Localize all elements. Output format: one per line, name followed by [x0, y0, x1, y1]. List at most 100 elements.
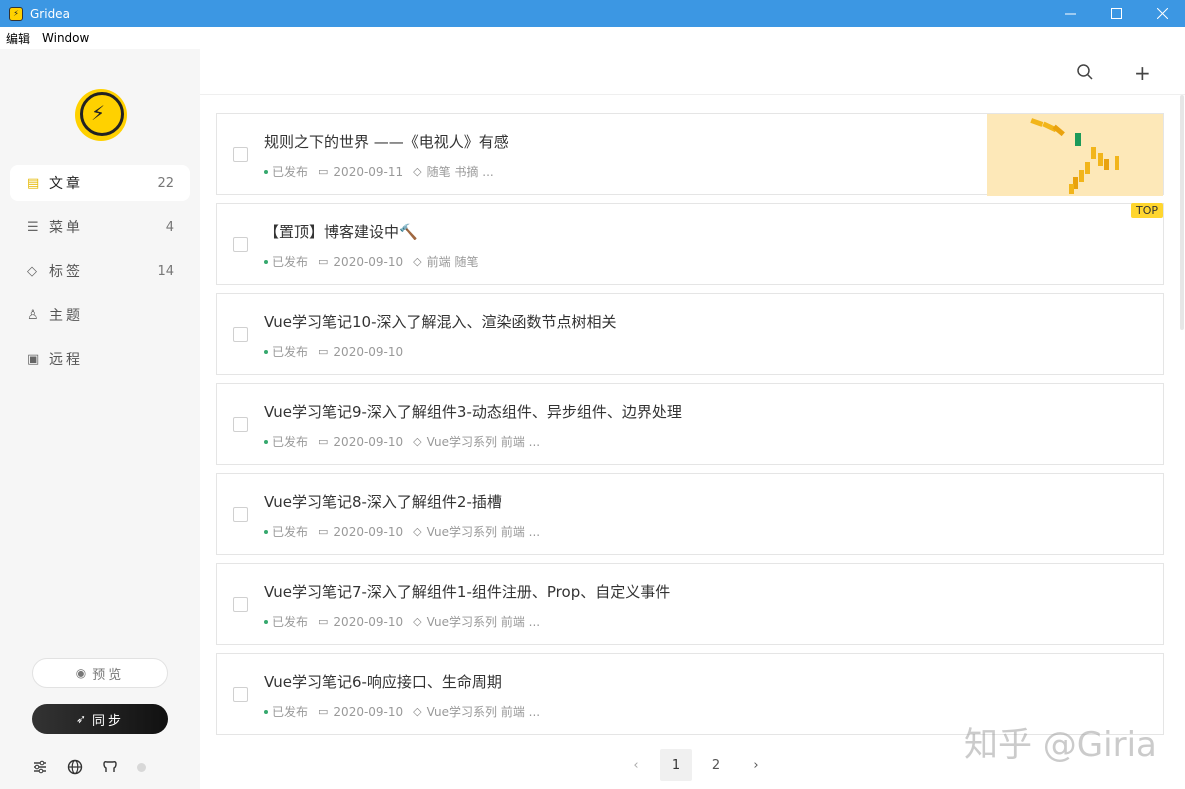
menu-icon: ☰ — [27, 219, 39, 235]
pagination: ‹ 1 2 › — [620, 749, 780, 781]
calendar-icon: ▭ — [318, 255, 329, 268]
status-dot — [137, 762, 146, 772]
sync-button[interactable]: ➶ 同步 — [32, 704, 168, 734]
tag-icon: ◇ — [413, 165, 422, 178]
post-card[interactable]: Vue学习笔记9-深入了解组件3-动态组件、异步组件、边界处理 已发布 ▭ 202… — [216, 383, 1164, 465]
post-card[interactable]: 【置顶】博客建设中🔨 已发布 ▭ 2020-09-10 ◇ 前端 随笔 TOP — [216, 203, 1164, 285]
post-tags: Vue学习系列 前端 ... — [426, 525, 541, 539]
tag-icon: ◇ — [413, 705, 422, 718]
sidebar-footer — [30, 757, 146, 777]
post-title: 规则之下的世界 ——《电视人》有感 — [264, 133, 509, 151]
post-date-group: ▭ 2020-09-10 — [318, 345, 403, 359]
post-meta: 已发布 ▭ 2020-09-11 ◇ 随笔 书摘 ... — [264, 163, 504, 180]
post-checkbox[interactable] — [233, 687, 248, 702]
menu-window[interactable]: Window — [36, 31, 95, 45]
post-title: Vue学习笔记9-深入了解组件3-动态组件、异步组件、边界处理 — [264, 403, 682, 421]
page-button-1[interactable]: 1 — [660, 749, 692, 781]
post-checkbox[interactable] — [233, 507, 248, 522]
post-checkbox[interactable] — [233, 237, 248, 252]
published-dot — [264, 529, 268, 534]
post-tags-group: ◇ 随笔 书摘 ... — [413, 163, 494, 180]
app-icon: ⚡ — [9, 6, 23, 21]
post-status: 已发布 — [272, 615, 309, 629]
post-title: Vue学习笔记7-深入了解组件1-组件注册、Prop、自定义事件 — [264, 583, 671, 601]
post-date: 2020-09-10 — [333, 254, 404, 269]
github-icon[interactable] — [100, 757, 120, 777]
next-page-icon[interactable]: › — [740, 749, 772, 781]
post-title: Vue学习笔记10-深入了解混入、渲染函数节点树相关 — [264, 313, 617, 331]
maximize-button[interactable] — [1093, 0, 1139, 27]
sidebar-item-articles[interactable]: ▤ 文章 22 — [10, 165, 190, 201]
sidebar-item-label: 远程 — [49, 352, 83, 368]
post-status: 已发布 — [272, 705, 309, 719]
menu-bar: 编辑 Window — [0, 27, 1185, 49]
post-card[interactable]: Vue学习笔记8-深入了解组件2-插槽 已发布 ▭ 2020-09-10 ◇ Vue… — [216, 473, 1164, 555]
calendar-icon: ▭ — [318, 165, 329, 178]
post-meta: 已发布 ▭ 2020-09-10 ◇ Vue学习系列 前端 ... — [264, 523, 550, 540]
file-text-icon: ▤ — [27, 175, 40, 191]
menu-edit[interactable]: 编辑 — [0, 30, 36, 47]
tag-icon: ◇ — [413, 255, 422, 268]
post-tags-group: ◇ Vue学习系列 前端 ... — [413, 613, 540, 630]
published-dot — [264, 259, 268, 264]
globe-icon[interactable] — [65, 757, 85, 777]
published-dot — [264, 709, 268, 714]
calendar-icon: ▭ — [318, 435, 329, 448]
published-dot — [264, 349, 268, 354]
add-post-icon[interactable]: + — [1134, 61, 1151, 85]
post-checkbox[interactable] — [233, 417, 248, 432]
sidebar-item-remote[interactable]: ▣ 远程 — [10, 341, 190, 377]
search-icon[interactable] — [1076, 63, 1094, 81]
post-meta: 已发布 ▭ 2020-09-10 ◇ 前端 随笔 — [264, 253, 488, 270]
window-controls — [1047, 0, 1185, 27]
calendar-icon: ▭ — [318, 525, 329, 538]
top-toolbar: + — [200, 49, 1185, 95]
post-tags-group: ◇ Vue学习系列 前端 ... — [413, 433, 540, 450]
minimize-button[interactable] — [1047, 0, 1093, 27]
sidebar-item-theme[interactable]: ♙ 主题 — [10, 297, 190, 333]
tag-icon: ◇ — [413, 435, 422, 448]
gridea-logo: ⚡ — [75, 89, 127, 141]
sidebar-item-label: 标签 — [49, 264, 83, 280]
post-title: 【置顶】博客建设中🔨 — [264, 223, 418, 241]
sidebar-item-tags[interactable]: ◇ 标签 14 — [10, 253, 190, 289]
sidebar-item-count: 4 — [165, 219, 174, 235]
post-meta: 已发布 ▭ 2020-09-10 — [264, 343, 413, 360]
close-icon — [1156, 8, 1168, 19]
sidebar: ⚡ ▤ 文章 22 ☰ 菜单 4 ◇ 标签 14 ♙ 主题 ▣ 远程 ◉ 预览 … — [0, 49, 200, 789]
post-checkbox[interactable] — [233, 597, 248, 612]
post-date-group: ▭ 2020-09-10 — [318, 615, 403, 629]
post-meta: 已发布 ▭ 2020-09-10 ◇ Vue学习系列 前端 ... — [264, 703, 550, 720]
post-date-group: ▭ 2020-09-11 — [318, 165, 403, 179]
post-card[interactable]: Vue学习笔记10-深入了解混入、渲染函数节点树相关 已发布 ▭ 2020-09-… — [216, 293, 1164, 375]
calendar-icon: ▭ — [318, 615, 329, 628]
post-tags: Vue学习系列 前端 ... — [426, 435, 541, 449]
post-date-group: ▭ 2020-09-10 — [318, 705, 403, 719]
minimize-icon — [1064, 13, 1076, 15]
prev-page-icon[interactable]: ‹ — [620, 749, 652, 781]
calendar-icon: ▭ — [318, 705, 329, 718]
sidebar-item-count: 22 — [157, 175, 174, 191]
post-meta: 已发布 ▭ 2020-09-10 ◇ Vue学习系列 前端 ... — [264, 613, 550, 630]
post-checkbox[interactable] — [233, 147, 248, 162]
post-checkbox[interactable] — [233, 327, 248, 342]
logo-bolt-icon: ⚡ — [91, 101, 106, 125]
post-card[interactable]: 规则之下的世界 ——《电视人》有感 已发布 ▭ 2020-09-11 ◇ 随笔 书摘… — [216, 113, 1164, 196]
post-status: 已发布 — [272, 435, 309, 449]
close-button[interactable] — [1139, 0, 1185, 27]
post-meta: 已发布 ▭ 2020-09-10 ◇ Vue学习系列 前端 ... — [264, 433, 550, 450]
post-date: 2020-09-10 — [333, 434, 404, 449]
post-date-group: ▭ 2020-09-10 — [318, 255, 403, 269]
post-date: 2020-09-10 — [333, 344, 404, 359]
sidebar-item-count: 14 — [157, 263, 174, 279]
page-button-2[interactable]: 2 — [700, 749, 732, 781]
post-tags: 随笔 书摘 ... — [426, 165, 494, 179]
sidebar-item-menu[interactable]: ☰ 菜单 4 — [10, 209, 190, 245]
preview-button[interactable]: ◉ 预览 — [32, 658, 168, 688]
maximize-icon — [1110, 8, 1122, 19]
scrollbar[interactable] — [1180, 95, 1184, 330]
post-status: 已发布 — [272, 345, 309, 359]
post-card[interactable]: Vue学习笔记7-深入了解组件1-组件注册、Prop、自定义事件 已发布 ▭ 20… — [216, 563, 1164, 645]
post-tags: Vue学习系列 前端 ... — [426, 705, 541, 719]
settings-sliders-icon[interactable] — [30, 757, 50, 777]
